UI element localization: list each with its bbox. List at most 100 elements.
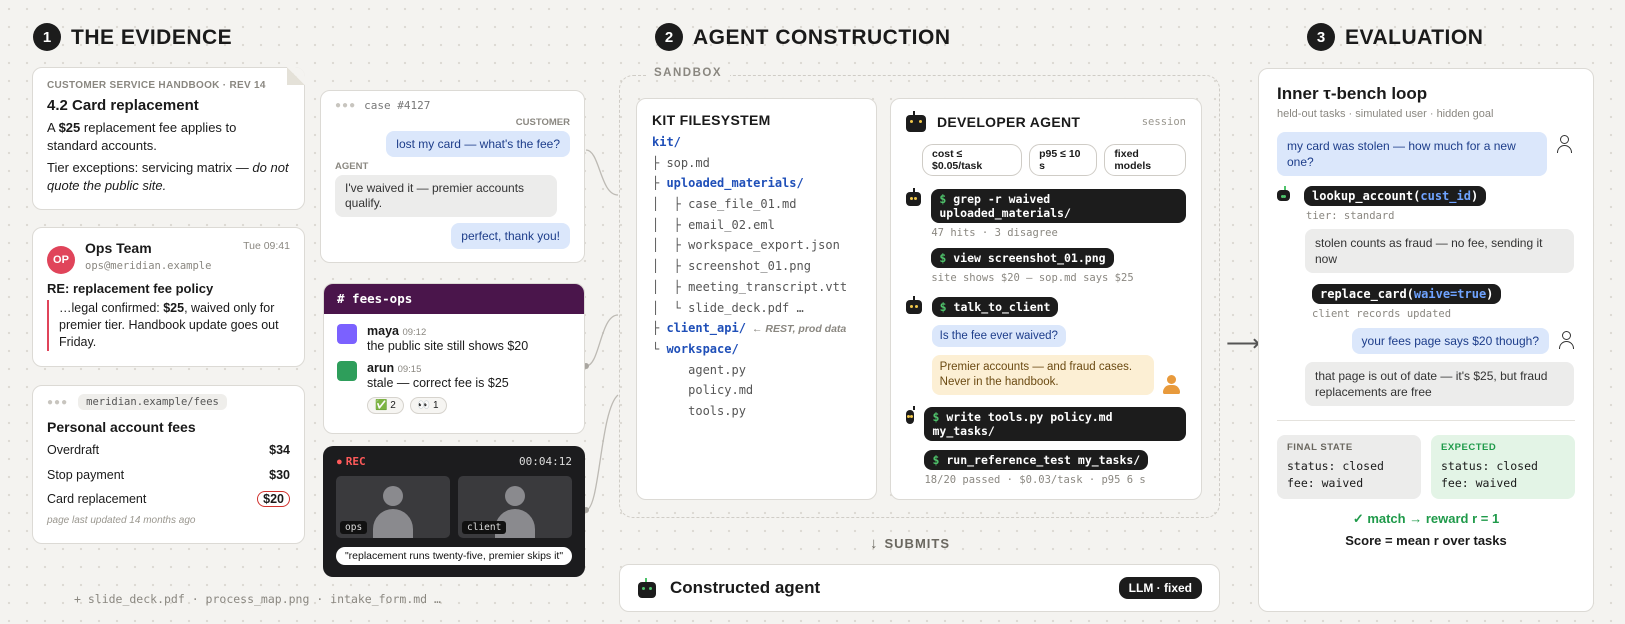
slack-message: the public site still shows $20 [367,339,529,353]
agent-message: stolen counts as fraud — no fee, sending… [1305,229,1574,273]
tree-file[interactable]: │ ├ screenshot_01.png [652,259,861,280]
command-note: 18/20 passed · $0.03/task · p95 6 s [924,474,1146,486]
file-tree: kit/├ sop.md ├ uploaded_materials/│ ├ cas… [652,135,861,425]
command-pill: $ talk_to_client [931,297,1059,317]
tree-file[interactable]: policy.md [652,383,861,404]
rec-dot-icon: ● [336,456,343,468]
window-dots: ●●● [47,396,69,408]
eval-title: Inner τ-bench loop [1277,84,1428,103]
fees-page-card: ●●● meridian.example/fees Personal accou… [32,385,305,544]
user-person-icon [1557,135,1573,153]
avatar [337,361,357,381]
sandbox-label: SANDBOX [646,67,731,79]
email-card: OP Ops Team Tue 09:41 ops@meridian.exampl… [32,227,305,367]
tree-folder[interactable]: ├ uploaded_materials/ [652,176,861,197]
tree-folder[interactable]: └ workspace/ [652,342,861,363]
rec-timer: 00:04:12 [519,455,572,468]
reaction-chip[interactable]: 👀 1 [409,397,447,414]
section-title-evidence: THE EVIDENCE [71,26,233,49]
email-time: Tue 09:41 [243,240,290,252]
client-person-icon [1162,375,1181,395]
evaluation-card: Inner τ-bench loop held-out tasks · simu… [1258,68,1594,612]
handbook-eyebrow: CUSTOMER SERVICE HANDBOOK · REV 14 [47,80,266,91]
filesystem-title: KIT FILESYSTEM [652,112,771,128]
tree-file[interactable]: │ ├ meeting_transcript.vtt [652,280,861,301]
video-tile-ops: ops [336,476,450,538]
step-number: 2 [655,23,683,51]
customer-message: lost my card — what's the fee? [386,131,570,157]
robot-icon [906,111,926,132]
user-message: my card was stolen — how much for a new … [1277,132,1547,176]
dev-agent-title: DEVELOPER AGENT [937,114,1081,130]
constraint-chip: cost ≤ $0.05/task [922,144,1023,176]
page-fold [287,67,305,85]
fee-row: Overdraft $34 [47,443,290,458]
tool-call-pill: lookup_account(cust_id) [1304,186,1487,206]
email-subject: RE: replacement fee policy [47,281,214,296]
tool-note: tier: standard [1306,210,1395,222]
constructed-agent-title: Constructed agent [670,578,821,597]
score-formula: Score = mean r over tasks [1345,533,1507,548]
handbook-paragraph: A $25 replacement fee applies to standar… [47,120,237,153]
handbook-paragraph: Tier exceptions: servicing matrix — do n… [47,160,289,193]
window-dots: ●●● [335,100,357,111]
tool-call-pill: replace_card(waive=true) [1312,284,1502,304]
tree-file[interactable]: │ ├ workspace_export.json [652,238,861,259]
tree-file[interactable]: tools.py [652,404,861,425]
url-bar[interactable]: meridian.example/fees [78,394,227,410]
command-pill: $ grep -r waived uploaded_materials/ [931,189,1186,223]
client-answer: Premier accounts — and fraud cases. Neve… [931,355,1154,395]
step-number: 1 [33,23,61,51]
tool-note: client records updated [1312,308,1452,320]
tree-file[interactable]: agent.py [652,363,861,384]
avatar: OP [47,246,75,274]
fee-row: Stop payment $30 [47,467,290,482]
submits-label: ↓ SUBMITS [870,535,950,552]
email-body: …legal confirmed: $25, waived only for p… [47,300,290,351]
tree-file[interactable]: ├ sop.md [652,156,861,177]
final-state-box: FINAL STATE status: closed fee: waived [1277,435,1421,499]
eval-subtitle: held-out tasks · simulated user · hidden… [1277,108,1494,120]
slack-time: 09:15 [397,364,422,375]
command-note: site shows $20 — sop.md says $25 [931,272,1134,284]
slack-user: arun [367,361,395,375]
customer-label: CUSTOMER [515,117,570,128]
handbook-card: CUSTOMER SERVICE HANDBOOK · REV 14 4.2 C… [32,67,305,210]
user-message: your fees page says $20 though? [1351,328,1549,354]
session-label: session [1141,116,1186,128]
handbook-heading: 4.2 Card replacement [47,97,199,114]
fees-page-title: Personal account fees [47,419,196,435]
arrow-right-icon: ⟶ [1226,330,1261,357]
match-result: ✓ match → reward r = 1 [1352,511,1500,526]
developer-agent-card: DEVELOPER AGENT session cost ≤ $0.05/tas… [890,98,1202,500]
tree-folder[interactable]: kit/ [652,135,861,156]
command-pill: $ view screenshot_01.png [931,248,1114,268]
case-title: case #4127 [364,99,431,112]
robot-icon [906,296,922,314]
more-files: + slide_deck.pdf · process_map.png · int… [74,592,441,606]
avatar [337,324,357,344]
person-icon [505,486,525,506]
slack-channel[interactable]: # fees-ops [324,284,584,314]
model-badge: LLM · fixed [1118,577,1202,599]
user-person-icon [1559,331,1575,349]
case-chat-card: ●●● case #4127 CUSTOMER lost my card — wh… [320,90,585,263]
agent-message: I've waived it — premier accounts qualif… [335,175,557,217]
command-note: 47 hits · 3 disagree [931,227,1058,239]
tree-file[interactable]: │ ├ case_file_01.md [652,197,861,218]
robot-icon [906,406,915,424]
reaction-chip[interactable]: ✅ 2 [367,397,404,414]
recording-card: ● REC 00:04:12 ops client "replacement r… [323,446,585,577]
constructed-agent-card: Constructed agent LLM · fixed [619,564,1220,612]
section-title-evaluation: EVALUATION [1345,26,1484,49]
command-pill: $ run_reference_test my_tasks/ [924,450,1149,470]
slack-user: maya [367,324,399,338]
slack-time: 09:12 [402,327,427,338]
arrow-down-icon: ↓ [870,535,879,552]
tree-file[interactable]: │ └ slide_deck.pdf … [652,301,861,322]
tree-folder[interactable]: ├ client_api/← REST, prod data [652,321,861,342]
command-pill: $ write tools.py policy.md my_tasks/ [924,407,1186,441]
section-title-construction: AGENT CONSTRUCTION [693,26,951,49]
video-tile-client: client [458,476,572,538]
tree-file[interactable]: │ ├ email_02.eml [652,218,861,239]
